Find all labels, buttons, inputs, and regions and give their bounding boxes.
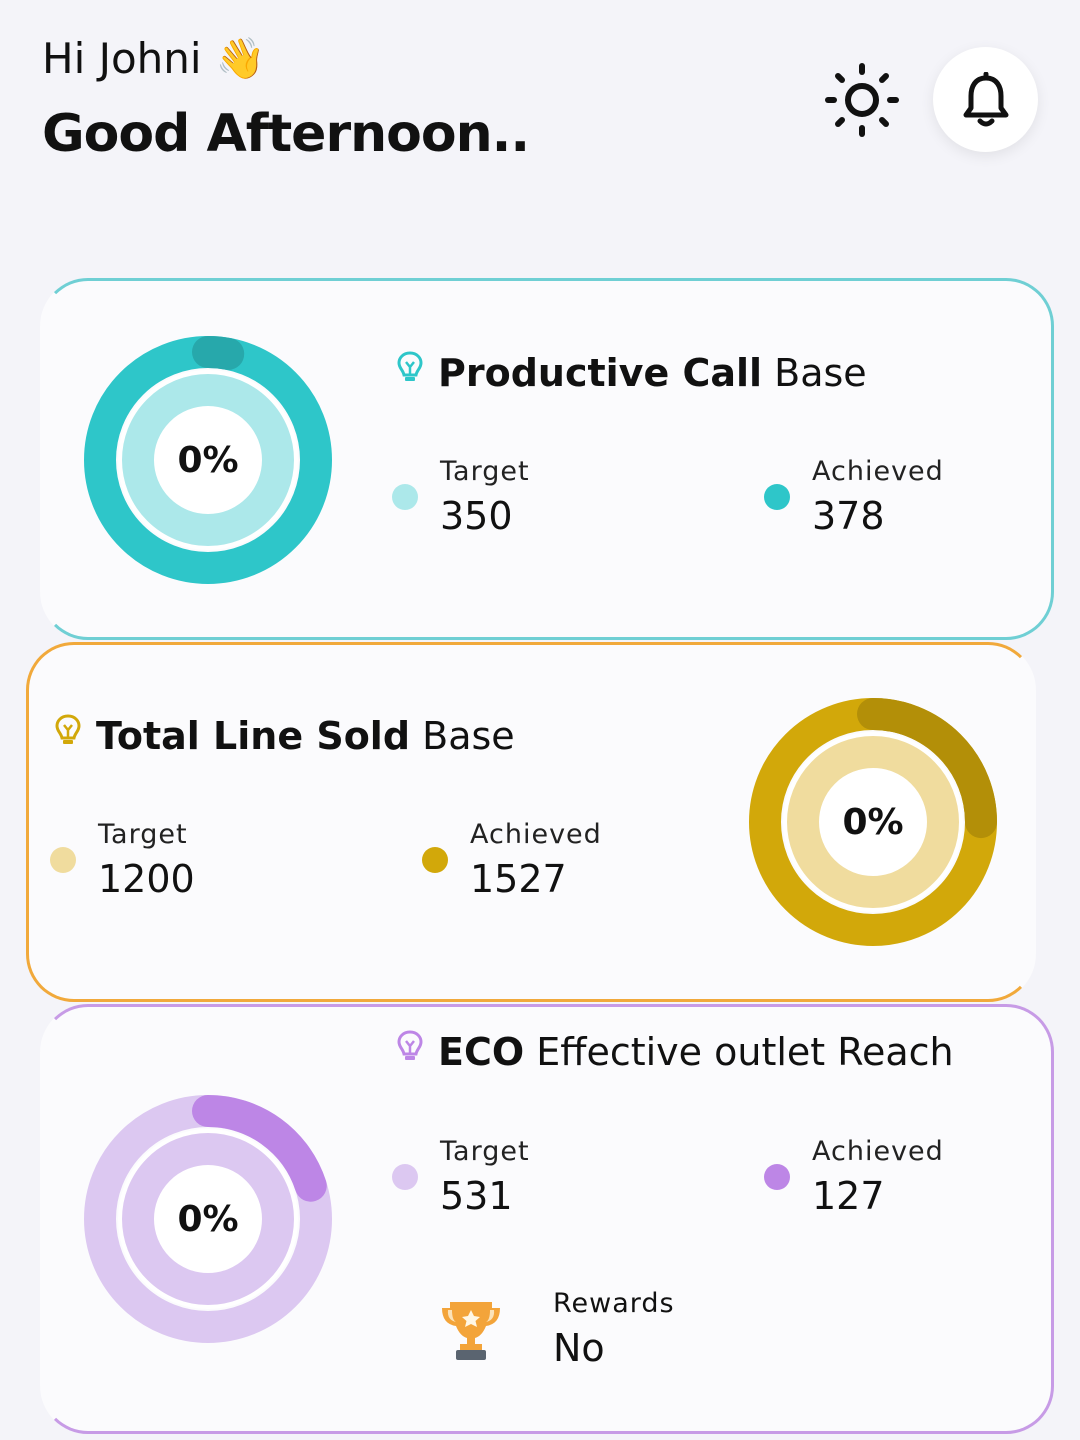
achieved-dot <box>764 484 790 510</box>
greeting: Hi Johni 👋 <box>42 34 265 83</box>
title-bold: Total Line Sold <box>96 713 411 758</box>
target-label: Target <box>440 1136 530 1167</box>
title-rest: Base <box>422 713 515 758</box>
card-title: ECO Effective outlet Reach <box>396 1029 954 1074</box>
greeting-text: Hi Johni <box>42 34 202 83</box>
bulb-icon <box>396 350 424 395</box>
achieved-value: 1527 <box>470 857 567 901</box>
percent-label: 0% <box>842 801 904 843</box>
percent-label: 0% <box>177 439 239 481</box>
title-bold: ECO <box>438 1029 525 1074</box>
target-value: 350 <box>440 494 513 538</box>
rewards-label: Rewards <box>553 1288 675 1319</box>
trophy-icon <box>442 1302 500 1360</box>
target-value: 1200 <box>98 857 195 901</box>
achieved-label: Achieved <box>470 819 602 850</box>
card-title: Productive Call Base <box>396 350 867 395</box>
achieved-value: 127 <box>812 1174 885 1218</box>
percent-label: 0% <box>177 1198 239 1240</box>
achieved-label: Achieved <box>812 456 944 487</box>
achieved-label: Achieved <box>812 1136 944 1167</box>
progress-ring: 0% <box>83 1094 333 1344</box>
theme-toggle-button[interactable] <box>822 60 902 140</box>
title-rest: Base <box>774 350 867 395</box>
time-greeting: Good Afternoon.. <box>42 104 530 164</box>
target-value: 531 <box>440 1174 513 1218</box>
achieved-dot <box>764 1164 790 1190</box>
achieved-dot <box>422 847 448 873</box>
target-label: Target <box>440 456 530 487</box>
bulb-icon <box>54 713 82 758</box>
bulb-icon <box>396 1029 424 1074</box>
target-label: Target <box>98 819 188 850</box>
title-bold: Productive Call <box>438 350 763 395</box>
progress-ring: 0% <box>748 697 998 947</box>
progress-ring: 0% <box>83 335 333 585</box>
card-title: Total Line Sold Base <box>54 713 515 758</box>
sun-icon <box>825 63 899 137</box>
notifications-button[interactable] <box>933 47 1038 152</box>
rewards-value: No <box>553 1326 605 1370</box>
wave-emoji-icon: 👋 <box>215 36 266 82</box>
bell-icon <box>963 71 1008 126</box>
target-dot <box>392 1164 418 1190</box>
title-rest: Effective outlet Reach <box>536 1029 954 1074</box>
target-dot <box>392 484 418 510</box>
target-dot <box>50 847 76 873</box>
achieved-value: 378 <box>812 494 885 538</box>
